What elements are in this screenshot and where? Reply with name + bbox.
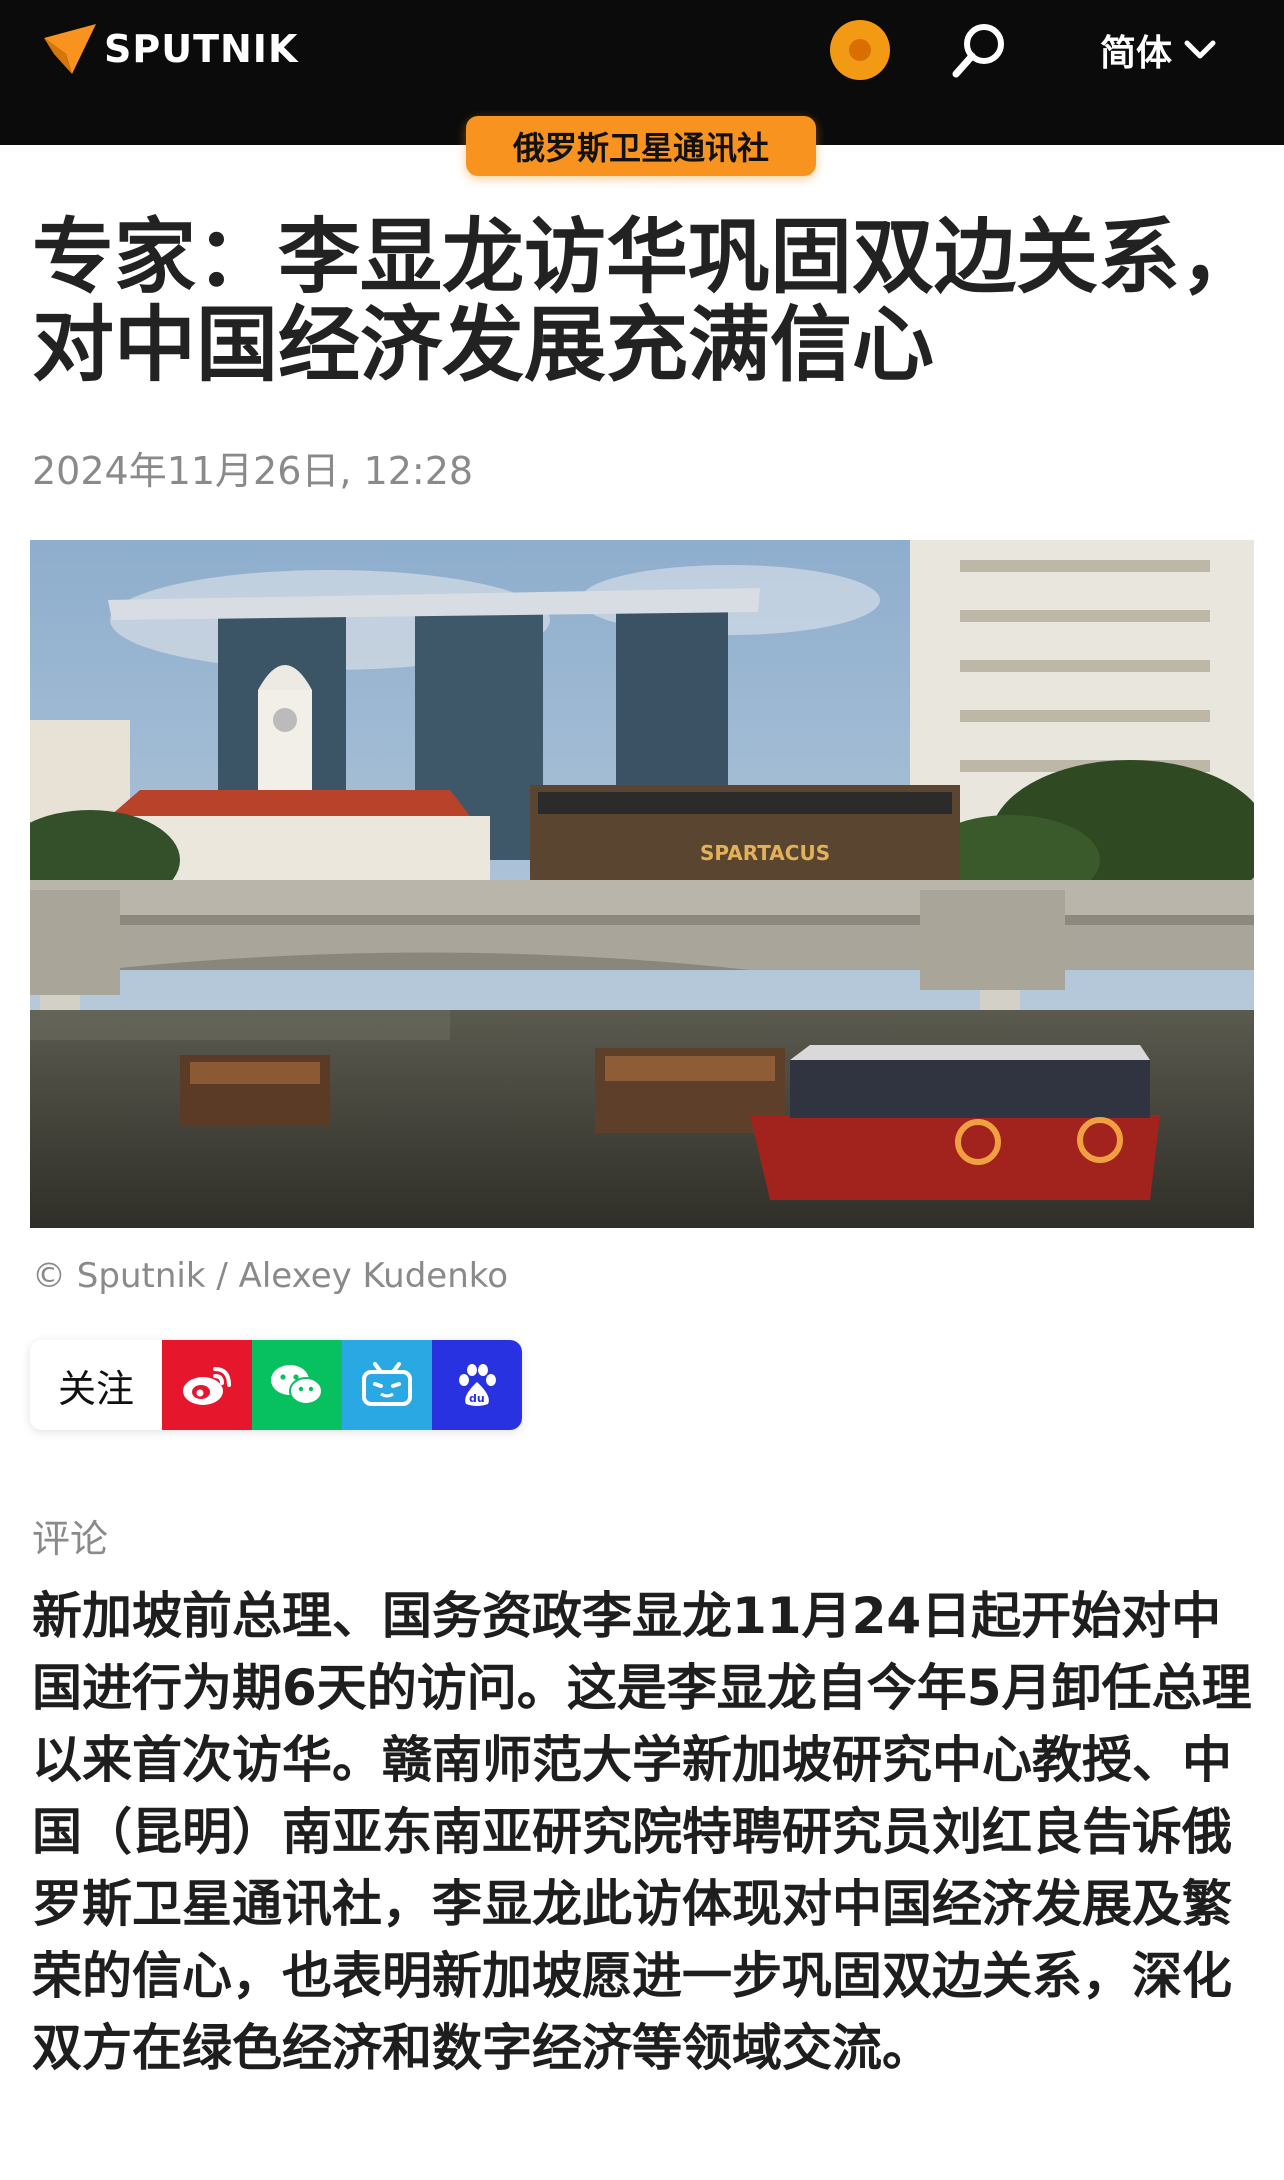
- search-icon[interactable]: [948, 18, 1012, 82]
- sputnik-logo[interactable]: SPUTNIK: [42, 24, 298, 74]
- svg-text:du: du: [469, 1392, 485, 1405]
- article-body: 新加坡前总理、国务资政李显龙11月24日起开始对中国进行为期6天的访问。这是李显…: [32, 1587, 1252, 2077]
- svg-text:SPARTACUS: SPARTACUS: [700, 841, 830, 865]
- language-selector[interactable]: 简体: [1100, 22, 1216, 78]
- bilibili-button[interactable]: [342, 1340, 432, 1430]
- section-label: 评论: [32, 1517, 109, 1561]
- follow-bar: 关注 du: [30, 1340, 522, 1430]
- chevron-down-icon: [1184, 40, 1216, 59]
- wechat-button[interactable]: [252, 1340, 342, 1430]
- article-photo[interactable]: SPARTACUS: [30, 540, 1254, 1228]
- wechat-icon: [271, 1365, 323, 1405]
- brand-badge[interactable]: 俄罗斯卫星通讯社: [466, 116, 816, 176]
- language-label: 简体: [1100, 33, 1173, 74]
- baidu-icon: du: [459, 1364, 496, 1406]
- weibo-icon: [183, 1367, 231, 1405]
- baidu-button[interactable]: du: [432, 1340, 522, 1430]
- logo-text: SPUTNIK: [104, 27, 299, 71]
- radio-button[interactable]: [830, 20, 890, 80]
- bilibili-icon: [362, 1362, 412, 1406]
- photo-credit: © Sputnik / Alexey Kudenko: [32, 1256, 509, 1296]
- article-title: 专家：李显龙访华巩固双边关系，对中国经济发展充满信心: [32, 210, 1263, 393]
- follow-label: 关注: [30, 1340, 162, 1430]
- sputnik-arrow-icon: [44, 24, 96, 74]
- weibo-button[interactable]: [162, 1340, 252, 1430]
- article-date: 2024年11月26日, 12:28: [32, 449, 474, 493]
- radio-icon: [849, 39, 871, 61]
